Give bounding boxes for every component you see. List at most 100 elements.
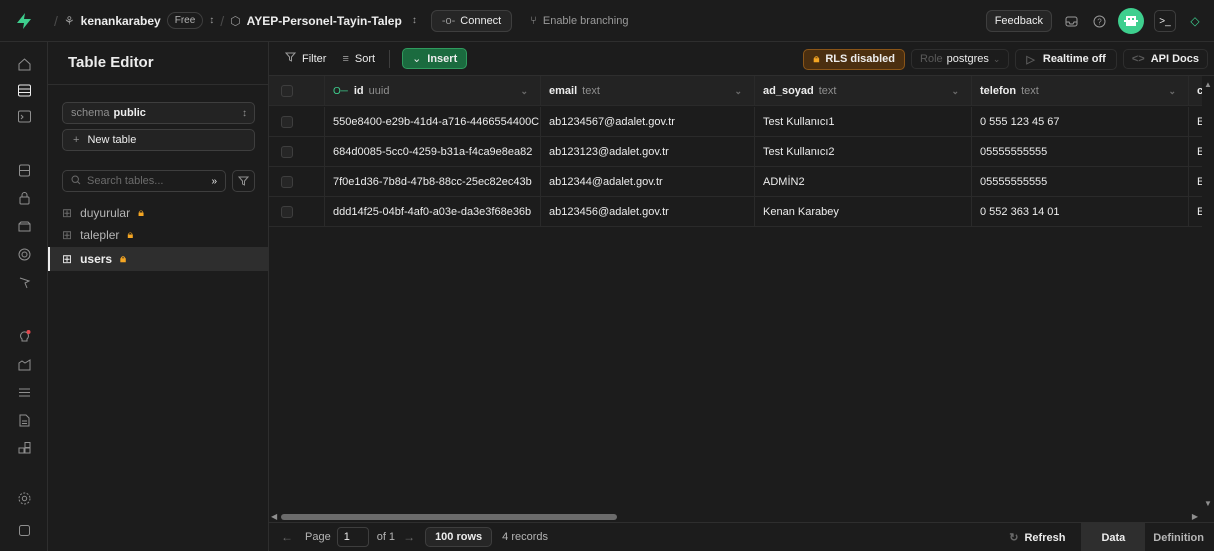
supabase-logo-icon[interactable] xyxy=(0,0,48,42)
cell-ad-soyad[interactable]: Test Kullanıcı1 xyxy=(755,107,972,137)
table-row[interactable]: ddd14f25-04bf-4af0-a03e-da3e3f68e36b ab1… xyxy=(269,197,1202,227)
cell-id[interactable]: ddd14f25-04bf-4af0-a03e-da3e3f68e36b xyxy=(325,197,541,227)
scroll-left-icon[interactable]: ◀ xyxy=(271,512,277,521)
feedback-button[interactable]: Feedback xyxy=(985,10,1052,32)
select-all-checkbox[interactable] xyxy=(281,85,293,97)
cell-partial[interactable]: E xyxy=(1189,137,1202,167)
cell-telefon[interactable]: 0 555 123 45 67 xyxy=(972,107,1189,137)
row-checkbox[interactable] xyxy=(281,146,293,158)
refresh-button[interactable]: ↻ Refresh xyxy=(1009,531,1065,545)
tab-data[interactable]: Data xyxy=(1081,523,1146,551)
avatar[interactable] xyxy=(1118,8,1144,34)
sql-editor-icon[interactable] xyxy=(14,106,34,126)
tab-definition[interactable]: Definition xyxy=(1145,523,1214,551)
collapse-icon[interactable] xyxy=(14,520,34,540)
assistant-icon[interactable]: ◇ xyxy=(1186,12,1204,30)
cell-email[interactable]: ab1234567@adalet.gov.tr xyxy=(541,107,755,137)
org-selector[interactable]: ⚘ kenankarabey Free ↕ xyxy=(64,12,214,29)
terminal-icon[interactable]: >_ xyxy=(1154,10,1176,32)
chevron-down-icon[interactable]: ⌄ xyxy=(520,86,528,97)
help-icon[interactable]: ? xyxy=(1090,12,1108,30)
sort-button[interactable]: ≡ Sort xyxy=(342,53,375,65)
chevrons-down-icon[interactable]: » xyxy=(211,176,217,187)
table-row[interactable]: 684d0085-5cc0-4259-b31a-f4ca9e8ea82 ab12… xyxy=(269,137,1202,167)
scroll-down-icon[interactable]: ▼ xyxy=(1204,499,1212,508)
settings-icon[interactable] xyxy=(14,488,34,508)
chevron-down-icon[interactable]: ⌄ xyxy=(1168,86,1176,97)
vertical-scrollbar[interactable]: ▲ ▼ xyxy=(1202,76,1214,512)
row-select-cell[interactable] xyxy=(269,137,325,167)
connect-button[interactable]: -o- Connect xyxy=(430,9,513,32)
filter-icon[interactable] xyxy=(232,170,255,192)
new-table-button[interactable]: + New table xyxy=(62,129,255,151)
rows-per-page-button[interactable]: 100 rows xyxy=(425,527,493,547)
project-selector[interactable]: ⬡ AYEP-Personel-Tayin-Talep ↕ xyxy=(230,14,417,28)
insert-button[interactable]: ⌄ Insert xyxy=(402,48,468,69)
cell-telefon[interactable]: 05555555555 xyxy=(972,167,1189,197)
reports-icon[interactable] xyxy=(14,354,34,374)
rls-disabled-button[interactable]: 🔒︎ RLS disabled xyxy=(803,48,906,70)
column-header-id[interactable]: O─ id uuid ⌄ xyxy=(325,76,541,106)
table-row[interactable]: 550e8400-e29b-41d4-a716-4466554400C ab12… xyxy=(269,107,1202,137)
cell-id[interactable]: 7f0e1d36-7b8d-47b8-88cc-25ec82ec43b xyxy=(325,167,541,197)
chevron-down-icon[interactable]: ⌄ xyxy=(734,86,742,97)
prev-page-icon[interactable]: ← xyxy=(281,530,293,544)
inbox-icon[interactable] xyxy=(1062,12,1080,30)
row-checkbox[interactable] xyxy=(281,116,293,128)
cell-ad-soyad[interactable]: Kenan Karabey xyxy=(755,197,972,227)
schema-select[interactable]: schema public ↕ xyxy=(62,102,255,124)
cell-email[interactable]: ab123123@adalet.gov.tr xyxy=(541,137,755,167)
search-tables-input[interactable]: Search tables... » xyxy=(62,170,226,192)
horizontal-scrollbar[interactable]: ◀ ▶ xyxy=(269,512,1214,522)
select-all-cell[interactable] xyxy=(269,76,325,106)
chevron-updown-icon[interactable]: ↕ xyxy=(209,15,214,26)
cell-telefon[interactable]: 05555555555 xyxy=(972,137,1189,167)
cell-partial[interactable]: E xyxy=(1189,107,1202,137)
cell-id[interactable]: 684d0085-5cc0-4259-b31a-f4ca9e8ea82 xyxy=(325,137,541,167)
scroll-up-icon[interactable]: ▲ xyxy=(1204,80,1212,89)
column-header-partial[interactable]: c xyxy=(1189,76,1202,106)
storage-icon[interactable] xyxy=(14,216,34,236)
realtime-icon[interactable] xyxy=(14,272,34,292)
table-row[interactable]: 7f0e1d36-7b8d-47b8-88cc-25ec82ec43b ab12… xyxy=(269,167,1202,197)
edge-functions-icon[interactable] xyxy=(14,244,34,264)
cell-partial[interactable]: E xyxy=(1189,167,1202,197)
row-checkbox[interactable] xyxy=(281,206,293,218)
page-input[interactable]: 1 xyxy=(336,527,369,547)
home-icon[interactable] xyxy=(14,54,34,74)
next-page-icon[interactable]: → xyxy=(403,530,415,544)
api-docs-button[interactable]: <> API Docs xyxy=(1122,49,1208,69)
database-icon[interactable] xyxy=(14,160,34,180)
api-docs-icon[interactable] xyxy=(14,410,34,430)
enable-branching-button[interactable]: ⑂ Enable branching xyxy=(530,15,628,27)
filter-button[interactable]: Filter xyxy=(284,52,326,65)
column-header-ad-soyad[interactable]: ad_soyad text ⌄ xyxy=(755,76,972,106)
cell-id[interactable]: 550e8400-e29b-41d4-a716-4466554400C xyxy=(325,107,541,137)
cell-telefon[interactable]: 0 552 363 14 01 xyxy=(972,197,1189,227)
cell-email[interactable]: ab12344@adalet.gov.tr xyxy=(541,167,755,197)
cell-partial[interactable]: E xyxy=(1189,197,1202,227)
advisors-icon[interactable] xyxy=(14,326,34,346)
chevron-updown-icon[interactable]: ↕ xyxy=(412,15,417,26)
logs-icon[interactable] xyxy=(14,382,34,402)
scroll-right-icon[interactable]: ▶ xyxy=(1192,512,1198,521)
role-select[interactable]: Role postgres ⌄ xyxy=(911,49,1010,69)
chevron-down-icon[interactable]: ⌄ xyxy=(951,86,959,97)
realtime-button[interactable]: ▷ Realtime off xyxy=(1015,48,1117,70)
cell-ad-soyad[interactable]: ADMİN2 xyxy=(755,167,972,197)
auth-icon[interactable] xyxy=(14,188,34,208)
row-checkbox[interactable] xyxy=(281,176,293,188)
scrollbar-thumb[interactable] xyxy=(281,514,617,520)
row-select-cell[interactable] xyxy=(269,167,325,197)
row-select-cell[interactable] xyxy=(269,107,325,137)
sidebar-item-talepler[interactable]: ⊞ talepler 🔒︎ xyxy=(48,223,269,247)
cell-ad-soyad[interactable]: Test Kullanıcı2 xyxy=(755,137,972,167)
sidebar-item-users[interactable]: ⊞ users 🔒︎ xyxy=(48,247,269,271)
table-editor-icon[interactable] xyxy=(14,80,34,100)
sidebar-item-duyurular[interactable]: ⊞ duyurular 🔒︎ xyxy=(48,201,269,225)
column-header-email[interactable]: email text ⌄ xyxy=(541,76,755,106)
integrations-icon[interactable] xyxy=(14,438,34,458)
column-header-telefon[interactable]: telefon text ⌄ xyxy=(972,76,1189,106)
cell-email[interactable]: ab123456@adalet.gov.tr xyxy=(541,197,755,227)
row-select-cell[interactable] xyxy=(269,197,325,227)
